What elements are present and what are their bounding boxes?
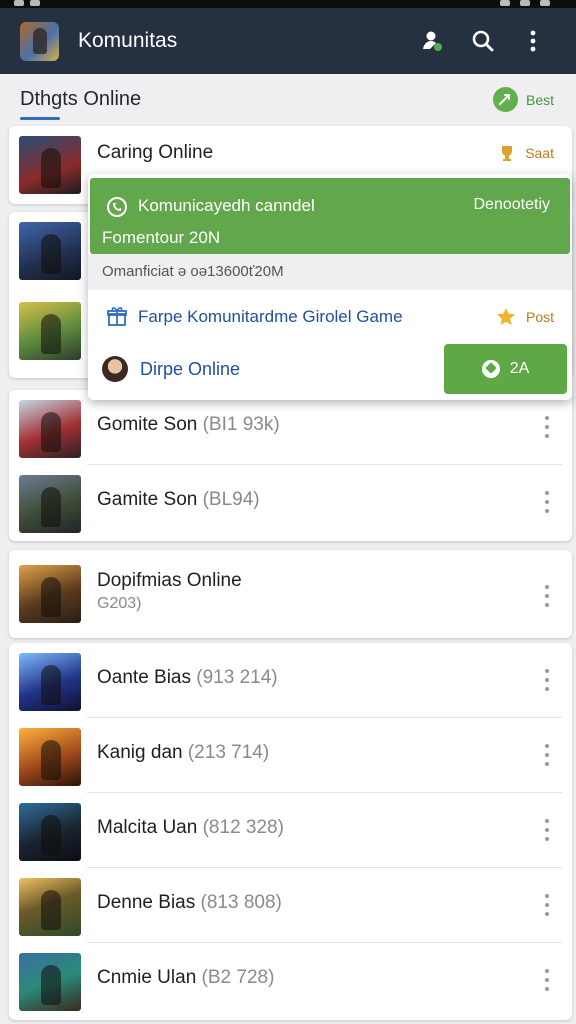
best-label: Best	[525, 91, 554, 108]
community-name: Gomite Son (BI1 93k)	[97, 414, 280, 435]
more-vert-icon	[530, 30, 536, 52]
list-item[interactable]: Kanig dan (213 714)	[9, 718, 572, 793]
game-thumbnail	[19, 953, 81, 1011]
list-item[interactable]: Malcita Uan (812 328)	[9, 793, 572, 868]
more-vert-icon[interactable]	[544, 969, 550, 991]
popup-user-row[interactable]: Dirpe Online 2A	[88, 342, 572, 400]
list-item[interactable]: Gamite Son (BL94)	[9, 465, 572, 540]
more-vert-icon[interactable]	[544, 585, 550, 607]
post-action[interactable]: Post	[496, 307, 554, 326]
app-logo[interactable]	[20, 21, 59, 61]
community-name: Kanig dan (213 714)	[97, 742, 270, 763]
community-name: Malcita Uan (812 328)	[97, 817, 284, 838]
star-icon	[496, 308, 515, 325]
game-thumbnail	[19, 878, 81, 936]
community-card[interactable]: Oante Bias (913 214) Kanig dan (213 714)…	[9, 643, 572, 1020]
refresh-icon	[492, 87, 518, 112]
list-item[interactable]: Denne Bias (813 808)	[9, 868, 572, 943]
post-label: Post	[525, 308, 554, 325]
more-vert-icon[interactable]	[544, 819, 550, 841]
game-thumbnail	[19, 136, 81, 194]
more-vert-icon[interactable]	[544, 491, 550, 513]
status-icon	[30, 0, 40, 6]
search-button[interactable]	[458, 21, 508, 61]
join-button[interactable]: 2A	[444, 344, 567, 394]
popup-header[interactable]: Komunicayedh canndel Denootetiy Fomentou…	[90, 178, 570, 254]
add-person-icon	[423, 31, 442, 51]
community-card[interactable]: Dopifmias Online G203)	[9, 550, 572, 638]
community-card[interactable]: Gomite Son (BI1 93k) Gamite Son (BL94)	[9, 390, 572, 541]
more-vert-icon[interactable]	[544, 669, 550, 691]
saat-action[interactable]: Saat	[497, 144, 554, 162]
community-popup: Komunicayedh canndel Denootetiy Fomentou…	[88, 174, 572, 400]
community-name: Oante Bias (913 214)	[97, 667, 278, 688]
list-item[interactable]: Oante Bias (913 214)	[9, 643, 572, 718]
game-thumbnail	[19, 565, 81, 623]
more-vert-icon[interactable]	[544, 894, 550, 916]
popup-subtitle: Fomentour 20N	[102, 228, 221, 247]
community-name: Denne Bias (813 808)	[97, 892, 282, 913]
game-thumbnail	[19, 400, 81, 458]
add-person-button[interactable]	[408, 21, 458, 61]
status-icon	[500, 0, 510, 6]
popup-meta-text: Omanficiat ə oə13600ť20M	[102, 263, 284, 280]
overflow-menu-button[interactable]	[508, 21, 558, 61]
game-thumbnail	[19, 653, 81, 711]
app-title: Komunitas	[78, 29, 178, 52]
community-name: Gamite Son (BL94)	[97, 489, 260, 510]
tab-indicator	[20, 117, 60, 120]
list-item[interactable]: Gomite Son (BI1 93k)	[9, 390, 572, 465]
popup-meta: Omanficiat ə oə13600ť20M	[88, 254, 572, 290]
popup-title: Komunicayedh canndel	[138, 196, 315, 215]
avatar	[102, 356, 128, 382]
more-vert-icon[interactable]	[544, 744, 550, 766]
community-name: Cnmie Ulan (B2 728)	[97, 967, 275, 988]
game-thumbnail	[19, 728, 81, 786]
search-icon	[472, 30, 494, 52]
community-name: Dopifmias Online	[97, 570, 242, 591]
saat-label: Saat	[525, 145, 554, 161]
trophy-icon	[502, 146, 513, 161]
popup-user-label: Dirpe Online	[140, 359, 241, 379]
game-thumbnail	[19, 302, 81, 360]
more-vert-icon[interactable]	[544, 416, 550, 438]
status-icon	[540, 0, 550, 6]
popup-header-right[interactable]: Denootetiy	[474, 196, 551, 214]
gift-icon	[107, 307, 127, 326]
best-filter[interactable]: Best	[492, 87, 554, 112]
status-bar	[0, 0, 576, 8]
game-thumbnail	[19, 475, 81, 533]
popup-community-link[interactable]: Farpe Komunitardme Girolel Game Post	[88, 290, 572, 342]
status-icon	[14, 0, 24, 6]
status-icon	[520, 0, 530, 6]
community-name: Caring Online	[97, 142, 214, 163]
section-header: Dthgts Online Best	[0, 74, 576, 124]
join-button-label: 2A	[509, 360, 530, 377]
member-count: G203)	[97, 595, 142, 612]
game-thumbnail	[19, 222, 81, 280]
appbar-actions	[408, 21, 558, 61]
game-thumbnail	[19, 803, 81, 861]
list-item[interactable]: Dopifmias Online G203)	[9, 555, 572, 630]
app-bar: Komunitas	[0, 8, 576, 74]
join-icon	[481, 360, 500, 378]
popup-link-label: Farpe Komunitardme Girolel Game	[138, 307, 403, 326]
phone-icon	[107, 197, 127, 217]
list-item[interactable]: Cnmie Ulan (B2 728)	[9, 943, 572, 1018]
section-title: Dthgts Online	[20, 88, 142, 110]
